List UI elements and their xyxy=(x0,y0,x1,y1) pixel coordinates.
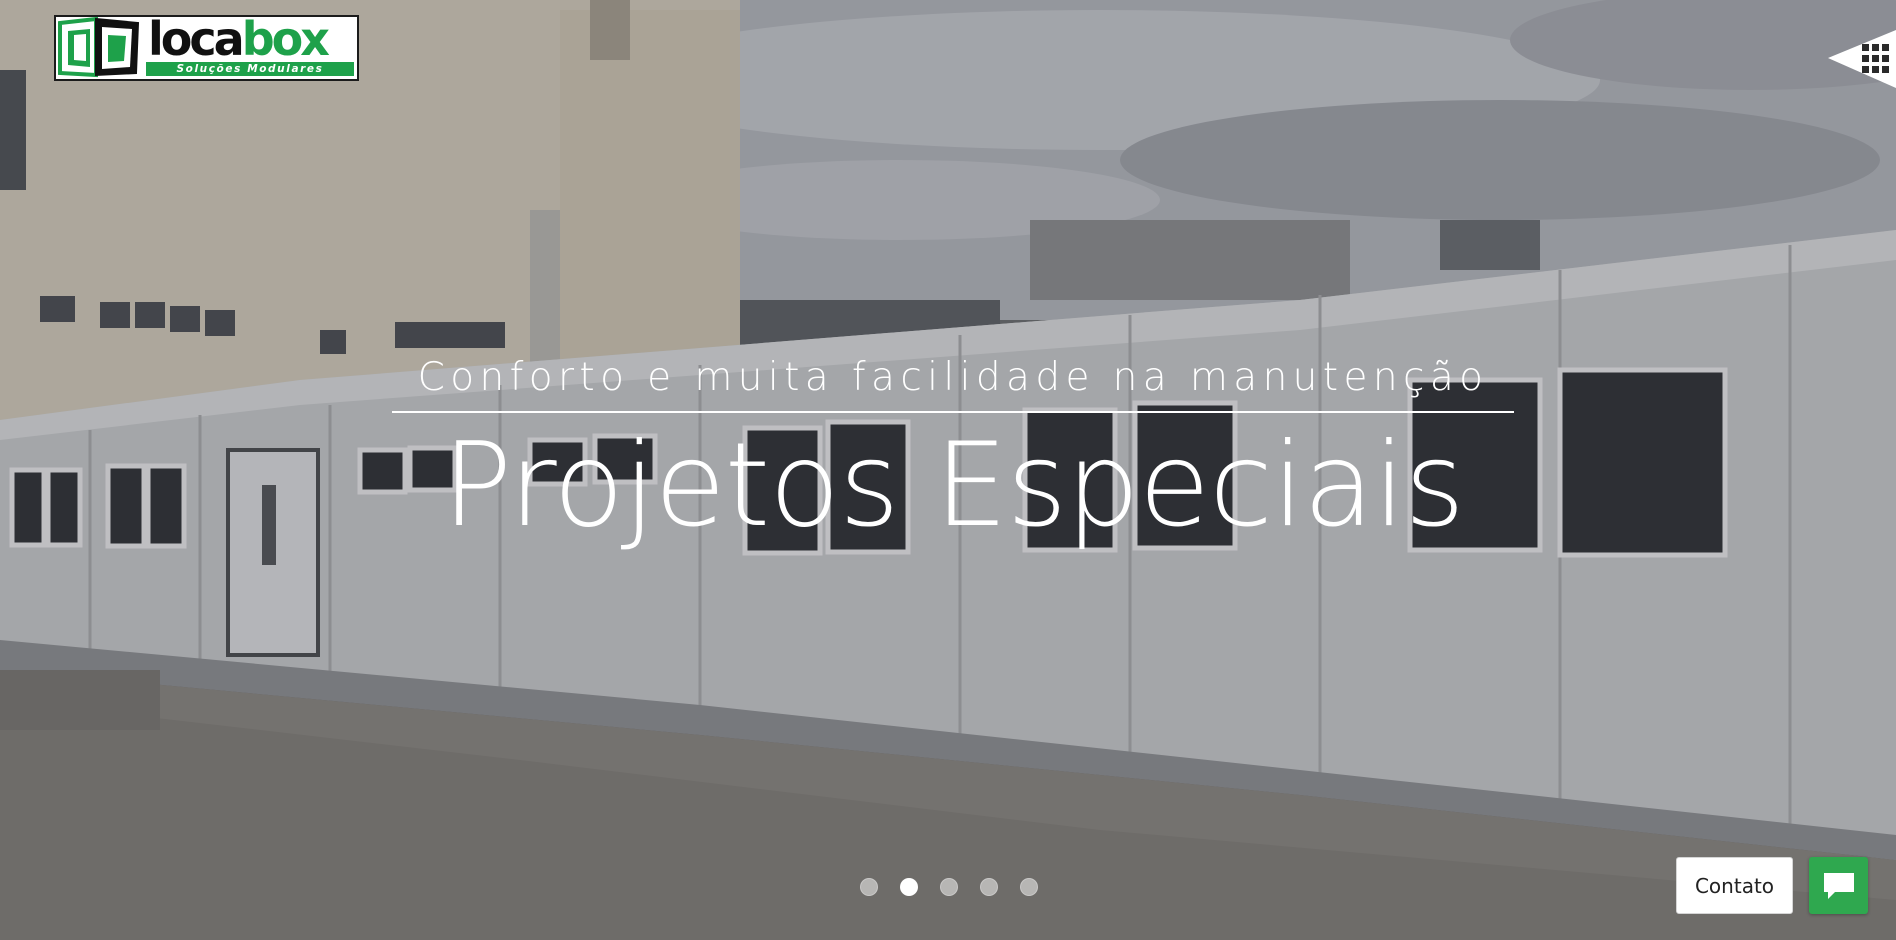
chat-button[interactable] xyxy=(1809,857,1868,914)
logo-word-box: box xyxy=(241,12,330,66)
slider-dot-4[interactable] xyxy=(980,878,998,896)
logo-word-loca: loca xyxy=(148,12,245,66)
contact-button[interactable]: Contato xyxy=(1676,857,1793,914)
logo-wordmark: locabox xyxy=(148,12,330,66)
slider-dot-5[interactable] xyxy=(1020,878,1038,896)
hero-title: Projetos Especiais xyxy=(442,418,1465,553)
hero-subtitle: Conforto e muita facilidade na manutençã… xyxy=(417,355,1489,400)
slider-dot-1[interactable] xyxy=(860,878,878,896)
grid-icon xyxy=(1828,30,1896,88)
logo-tagline: Soluções Modulares xyxy=(146,62,354,76)
chat-bubble-icon xyxy=(1823,872,1854,899)
locabox-logo[interactable]: locabox Soluções Modulares xyxy=(54,13,359,81)
menu-toggle-button[interactable] xyxy=(1828,30,1896,88)
hero-slider: locabox Soluções Modulares Conforto e mu… xyxy=(0,0,1896,940)
slider-dot-2[interactable] xyxy=(900,878,918,896)
slider-pagination xyxy=(860,878,1038,896)
slider-dot-3[interactable] xyxy=(940,878,958,896)
logo-text: locabox Soluções Modulares xyxy=(146,13,357,79)
logo-cube-icon xyxy=(56,16,146,79)
hero-caption: Conforto e muita facilidade na manutençã… xyxy=(392,350,1514,561)
